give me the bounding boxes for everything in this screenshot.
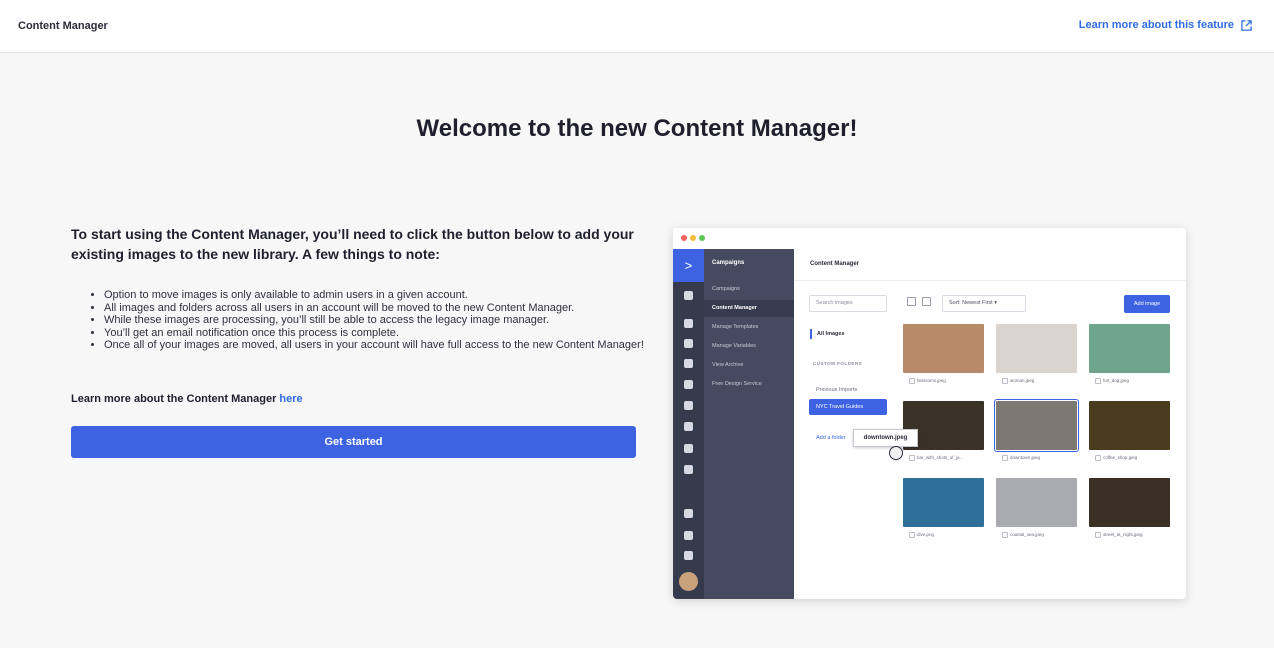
- close-dot-icon: [681, 235, 687, 241]
- preview-add-folder: Add a folder: [816, 435, 846, 441]
- image-filename: bar_with_shots_of_ja...: [909, 455, 963, 461]
- preview-sort: Sort: Newest First ▾: [942, 295, 1026, 312]
- external-link-icon: [1241, 19, 1252, 31]
- maximize-dot-icon: [699, 235, 705, 241]
- search-icon: [684, 291, 693, 300]
- top-bar: Content Manager Learn more about this fe…: [0, 0, 1274, 53]
- learn-more-prefix: Learn more about the Content Manager: [71, 393, 280, 405]
- app-title: Content Manager: [18, 20, 108, 32]
- preview-search: Search images: [809, 295, 887, 312]
- image-thumbnail: [994, 399, 1079, 452]
- nav-item-manage-templates: Manage Templates: [712, 324, 759, 330]
- nav-item-free-design-service: Free Design Service: [712, 381, 762, 387]
- heart-icon: [684, 509, 693, 518]
- campaigns-nav: Campaigns Campaigns Content Manager Mana…: [704, 249, 794, 599]
- chart-icon: [684, 465, 693, 474]
- notes-list: Option to move images is only available …: [90, 289, 650, 352]
- nav-item-campaigns: Campaigns: [712, 286, 740, 292]
- grab-cursor-icon: [889, 446, 903, 460]
- nav-item-content-manager: Content Manager: [704, 300, 794, 317]
- learn-more-text: Learn more about the Content Manager her…: [71, 393, 303, 405]
- copy-icon: [684, 531, 693, 540]
- learn-more-here-link[interactable]: here: [279, 393, 302, 405]
- note-item: Option to move images is only available …: [104, 289, 650, 302]
- image-filename: blossoms.jpeg: [909, 378, 946, 384]
- image-thumbnail: [1089, 324, 1170, 373]
- avatar: [679, 572, 698, 591]
- image-filename: coffee_shop.jpeg: [1095, 455, 1137, 461]
- learn-more-link[interactable]: Learn more about this feature: [1079, 19, 1252, 31]
- list-icon: [684, 422, 693, 431]
- list-view-icon: [922, 297, 931, 306]
- nav-item-view-archive: View Archive: [712, 362, 744, 368]
- preview-all-images: All Images: [810, 329, 845, 339]
- image-filename: coastal_sea.jpeg: [1002, 532, 1044, 538]
- logo-icon: >: [673, 249, 704, 282]
- nav-heading: Campaigns: [712, 260, 745, 266]
- learn-more-label: Learn more about this feature: [1078, 19, 1234, 31]
- drag-preview: downtown.jpeg: [853, 429, 918, 447]
- image-filename: dive.png: [909, 532, 934, 538]
- preview-add-image: Add image: [1124, 295, 1170, 313]
- get-started-button[interactable]: Get started: [71, 426, 636, 458]
- image-thumbnail: [903, 478, 984, 527]
- gear-icon: [684, 551, 693, 560]
- divider: [794, 280, 1186, 281]
- preview-folder: Previous Imports: [816, 387, 858, 393]
- image-thumbnail: [1089, 478, 1170, 527]
- email-icon: [684, 339, 693, 348]
- preview-main: Content Manager Search images Sort: Newe…: [794, 249, 1186, 599]
- page-title: Welcome to the new Content Manager!: [416, 115, 858, 142]
- note-item: While these images are processing, you’l…: [104, 314, 650, 327]
- social-icon: [684, 359, 693, 368]
- image-thumbnail: [996, 478, 1077, 527]
- icon-rail: >: [673, 249, 704, 599]
- image-thumbnail: [996, 324, 1077, 373]
- image-filename: downtown.jpeg: [1002, 455, 1040, 461]
- note-item: All images and folders across all users …: [104, 302, 650, 315]
- preview-folder-active: NYC Travel Guides: [809, 399, 887, 415]
- nav-item-manage-variables: Manage Variables: [712, 343, 756, 349]
- intro-text: To start using the Content Manager, you’…: [71, 226, 634, 262]
- note-item: Once all of your images are moved, all u…: [104, 339, 650, 352]
- minimize-dot-icon: [690, 235, 696, 241]
- content-manager-preview: > Campaigns Campaigns Content Manager Ma…: [673, 228, 1186, 599]
- image-filename: hot_dog.jpeg: [1095, 378, 1129, 384]
- grid-view-icon: [907, 297, 916, 306]
- preview-custom-folders: CUSTOM FOLDERS: [813, 361, 863, 366]
- image-thumbnail: [1089, 401, 1170, 450]
- image-thumbnail: [903, 324, 984, 373]
- preview-title: Content Manager: [810, 261, 860, 267]
- note-item: You’ll get an email notification once th…: [104, 327, 650, 340]
- globe-icon: [684, 444, 693, 453]
- chat-icon: [684, 401, 693, 410]
- dollar-icon: [684, 380, 693, 389]
- contacts-icon: [684, 319, 693, 328]
- image-filename: woman.jpeg: [1002, 378, 1034, 384]
- window-chrome: [673, 228, 1186, 249]
- image-filename: street_at_night.jpeg: [1095, 532, 1143, 538]
